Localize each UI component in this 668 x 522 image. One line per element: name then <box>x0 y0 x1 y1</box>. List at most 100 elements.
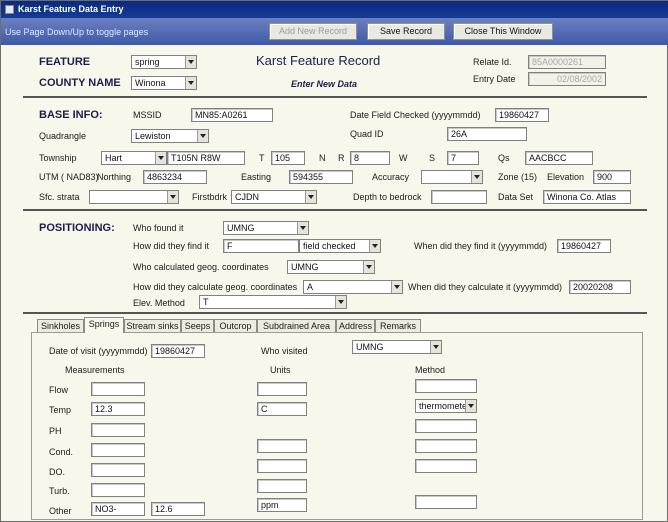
other-param-field[interactable]: NO3- <box>91 502 145 516</box>
save-record-button[interactable]: Save Record <box>367 23 445 40</box>
chevron-down-icon[interactable] <box>185 77 196 89</box>
how-calc-combo[interactable]: A <box>303 280 403 294</box>
township-value: Hart <box>105 153 123 163</box>
elev-method-combo[interactable]: T <box>199 295 347 309</box>
how-find-code-field[interactable]: F <box>223 239 299 253</box>
other-value-field[interactable]: 12.6 <box>151 502 205 516</box>
temp-method-value: thermomete <box>419 401 468 411</box>
n-label: N <box>319 153 326 163</box>
northing-field[interactable]: 4863234 <box>143 170 207 184</box>
cond-value-field[interactable] <box>91 443 145 457</box>
s-field[interactable]: 7 <box>447 151 479 165</box>
other-units-field[interactable]: ppm <box>257 498 307 512</box>
who-calc-label: Who calculated geog. coordinates <box>133 262 269 272</box>
flow-method-field[interactable] <box>415 379 477 393</box>
accuracy-combo[interactable] <box>421 170 483 184</box>
easting-label: Easting <box>241 172 272 182</box>
flow-value-field[interactable] <box>91 382 145 396</box>
temp-value-field[interactable]: 12.3 <box>91 402 145 416</box>
do-value-field[interactable] <box>91 463 145 477</box>
dataset-label: Data Set <box>498 192 534 202</box>
date-checked-field[interactable]: 19860427 <box>495 108 549 122</box>
relate-id-field[interactable]: 85A0000261 <box>528 55 606 69</box>
county-combo[interactable]: Winona <box>131 76 197 90</box>
how-calc-value: A <box>307 282 314 292</box>
who-visited-combo[interactable]: UMNG <box>352 340 442 354</box>
visit-date-field[interactable]: 19860427 <box>151 344 205 358</box>
easting-field[interactable]: 594355 <box>289 170 353 184</box>
chevron-down-icon[interactable] <box>465 400 476 412</box>
quad-id-field[interactable]: 26A <box>447 127 527 141</box>
cond-method-field[interactable] <box>415 439 477 453</box>
how-find-combo[interactable]: field checked <box>299 239 381 253</box>
chevron-down-icon[interactable] <box>185 56 196 68</box>
township-range-field[interactable]: T105N R8W <box>167 151 245 165</box>
township-combo[interactable]: Hart <box>101 151 167 165</box>
county-value: Winona <box>135 78 166 88</box>
how-find-label: How did they find it <box>133 241 210 251</box>
who-calc-combo[interactable]: UMNG <box>287 260 375 274</box>
ph-value-field[interactable] <box>91 423 145 437</box>
quadrangle-combo[interactable]: Lewiston <box>131 129 209 143</box>
when-find-field[interactable]: 19860427 <box>557 239 611 253</box>
entry-date-label: Entry Date <box>473 74 516 84</box>
form-title: Karst Feature Record <box>256 53 381 68</box>
depth-to-bedrock-field[interactable] <box>431 190 487 204</box>
t-label: T <box>259 153 265 163</box>
tab-outcrop[interactable]: Outcrop <box>214 319 257 333</box>
chevron-down-icon[interactable] <box>167 191 178 203</box>
feature-combo[interactable]: spring <box>131 55 197 69</box>
chevron-down-icon[interactable] <box>363 261 374 273</box>
chevron-down-icon[interactable] <box>197 130 208 142</box>
turb-value-field[interactable] <box>91 483 145 497</box>
do-units-field[interactable] <box>257 459 307 473</box>
qs-field[interactable]: AACBCC <box>525 151 593 165</box>
w-label: W <box>399 153 408 163</box>
add-new-record-button[interactable]: Add New Record <box>269 23 357 40</box>
chevron-down-icon[interactable] <box>430 341 441 353</box>
cond-units-field[interactable] <box>257 439 307 453</box>
elevation-label: Elevation <box>547 172 585 182</box>
elev-method-value: T <box>203 297 209 307</box>
chevron-down-icon[interactable] <box>369 240 380 252</box>
chevron-down-icon[interactable] <box>471 171 482 183</box>
relate-id-label: Relate Id. <box>473 57 512 67</box>
tab-sinkholes[interactable]: Sinkholes <box>37 319 84 333</box>
chevron-down-icon[interactable] <box>335 296 346 308</box>
entry-date-field[interactable]: 02/08/2002 <box>528 72 606 86</box>
mssid-field[interactable]: MN85:A0261 <box>191 108 273 122</box>
flow-units-field[interactable] <box>257 382 307 396</box>
turb-units-field[interactable] <box>257 479 307 493</box>
close-window-button[interactable]: Close This Window <box>453 23 553 40</box>
t-field[interactable]: 105 <box>271 151 305 165</box>
firstbdrk-combo[interactable]: CJDN <box>231 190 317 204</box>
tab-remarks[interactable]: Remarks <box>375 319 421 333</box>
who-found-combo[interactable]: UMNG <box>223 221 309 235</box>
when-calc-field[interactable]: 20020208 <box>569 280 631 294</box>
who-calc-value: UMNG <box>291 262 319 272</box>
temp-units-field[interactable]: C <box>257 402 307 416</box>
r-field[interactable]: 8 <box>350 151 390 165</box>
chevron-down-icon[interactable] <box>297 222 308 234</box>
chevron-down-icon[interactable] <box>391 281 402 293</box>
tab-springs[interactable]: Springs <box>84 317 124 333</box>
tab-stream-sinks[interactable]: Stream sinks <box>124 319 181 333</box>
who-visited-label: Who visited <box>261 346 308 356</box>
other-method-field[interactable] <box>415 495 477 509</box>
chevron-down-icon[interactable] <box>305 191 316 203</box>
chevron-down-icon[interactable] <box>155 152 166 164</box>
dataset-field[interactable]: Winona Co. Atlas <box>543 190 631 204</box>
app-icon <box>5 5 14 14</box>
ph-method-field[interactable] <box>415 419 477 433</box>
sfc-strata-combo[interactable] <box>89 190 179 204</box>
elevation-field[interactable]: 900 <box>593 170 631 184</box>
units-header: Units <box>270 365 291 375</box>
tab-subdrained-area[interactable]: Subdrained Area <box>257 319 336 333</box>
tab-address[interactable]: Address <box>336 319 375 333</box>
visit-date-label: Date of visit (yyyymmdd) <box>49 346 148 356</box>
positioning-divider <box>23 312 647 314</box>
do-method-field[interactable] <box>415 459 477 473</box>
tab-seeps[interactable]: Seeps <box>181 319 214 333</box>
temp-method-combo[interactable]: thermomete <box>415 399 477 413</box>
base-info-divider <box>23 209 647 211</box>
